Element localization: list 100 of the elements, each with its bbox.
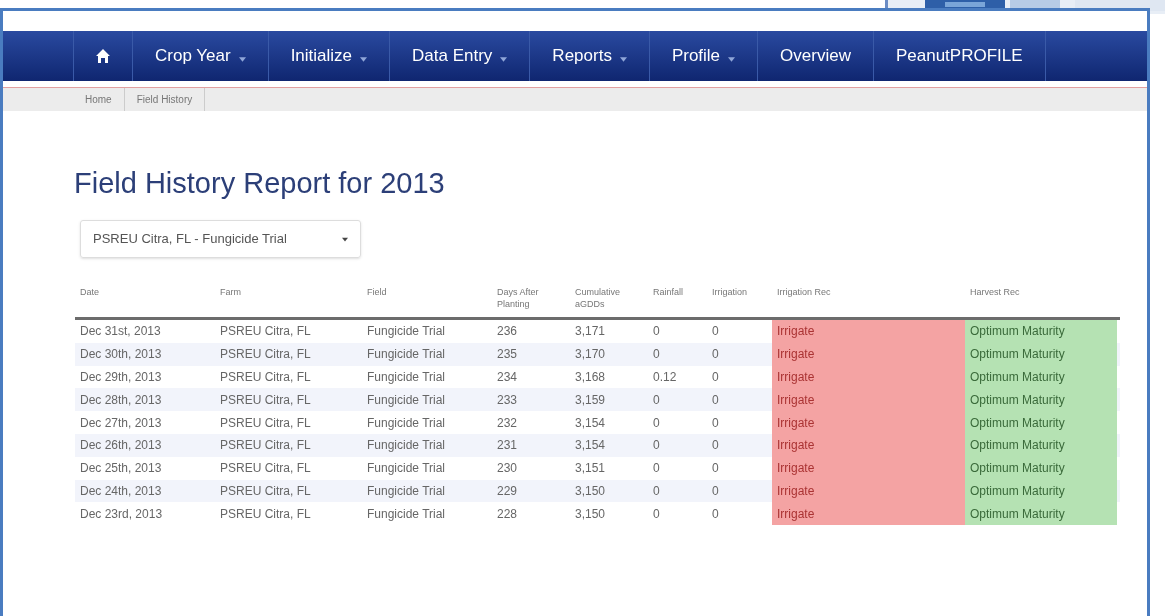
table-cell: Irrigate xyxy=(772,456,965,480)
table-cell: Optimum Maturity xyxy=(965,479,1117,503)
table-cell-text: 0 xyxy=(711,414,720,432)
table-cell-text: 236 xyxy=(496,323,519,341)
table-cell-text: 0 xyxy=(711,369,720,386)
nav-menu-item[interactable]: PeanutPROFILE xyxy=(873,31,1046,81)
table-cell-text: PSREU Citra, FL xyxy=(219,505,312,523)
page-title: Field History Report for 2013 xyxy=(74,169,446,198)
table-cell-text: Dec 27th, 2013 xyxy=(79,414,163,432)
nav-menu-item[interactable]: Initialize xyxy=(268,31,391,81)
table-cell-text: Fungicide Trial xyxy=(366,460,447,478)
table-cell-text: Fungicide Trial xyxy=(366,437,447,455)
column-header: Harvest Rec xyxy=(969,286,1021,298)
table-cell-text: 231 xyxy=(496,437,519,455)
column-header: Irrigation Rec xyxy=(776,286,832,298)
table-cell-text: 3,170 xyxy=(574,346,607,364)
table-cell-text: 0 xyxy=(711,437,720,455)
table-cell-text: 3,154 xyxy=(574,437,607,455)
table-cell-text: 232 xyxy=(496,414,519,432)
table-cell-text: Fungicide Trial xyxy=(366,414,447,432)
table-cell: Irrigate xyxy=(772,411,965,434)
table-cell: Optimum Maturity xyxy=(965,320,1117,343)
table-cell-text: 0.12 xyxy=(652,369,678,386)
table-cell: Irrigate xyxy=(772,320,965,343)
table-cell: Optimum Maturity xyxy=(965,411,1117,434)
table-cell-text: 0 xyxy=(652,460,661,478)
table-cell-text: 0 xyxy=(652,414,661,432)
table-cell-text: 3,159 xyxy=(574,391,607,409)
table-cell-text: 0 xyxy=(711,482,720,500)
column-header: Date xyxy=(79,286,100,298)
table-cell-text: 0 xyxy=(711,505,720,523)
table-cell-text: 0 xyxy=(652,346,661,364)
table-cell: Optimum Maturity xyxy=(965,456,1117,480)
table-cell-text: PSREU Citra, FL xyxy=(219,437,312,455)
field-select[interactable]: PSREU Citra, FL - Fungicide Trial xyxy=(80,220,361,258)
table-cell-text: 0 xyxy=(711,391,720,409)
table-cell-text: PSREU Citra, FL xyxy=(219,323,312,341)
table-cell-text: 235 xyxy=(496,346,519,364)
table-cell-text: Fungicide Trial xyxy=(366,482,447,500)
table-cell-text: PSREU Citra, FL xyxy=(219,414,312,432)
table-cell: Optimum Maturity xyxy=(965,502,1117,526)
table-cell: Irrigate xyxy=(772,342,965,366)
table-cell-text: 229 xyxy=(496,482,519,500)
table-cell-text: Dec 23rd, 2013 xyxy=(79,505,164,523)
table-cell-text: 228 xyxy=(496,505,519,523)
table-cell: Optimum Maturity xyxy=(965,342,1117,366)
breadcrumb-link[interactable]: Field History xyxy=(124,88,206,111)
table-cell-text: 0 xyxy=(652,505,661,523)
table-cell-text: Dec 24th, 2013 xyxy=(79,482,163,500)
home-button[interactable] xyxy=(73,31,133,81)
column-header: Cumulative aGDDs xyxy=(574,286,622,310)
table-cell-text: PSREU Citra, FL xyxy=(219,346,312,364)
table-cell-text: PSREU Citra, FL xyxy=(219,369,312,386)
column-header: Irrigation xyxy=(711,286,748,298)
caret-icon xyxy=(342,236,348,242)
table-cell-text: Fungicide Trial xyxy=(366,391,447,409)
nav-menu-item[interactable]: Reports xyxy=(530,31,650,81)
table-cell-text: Dec 26th, 2013 xyxy=(79,437,163,455)
table-cell-text: Fungicide Trial xyxy=(366,323,447,341)
nav-menu-item[interactable]: Profile xyxy=(649,31,759,81)
nav-menu-item[interactable]: Data Entry xyxy=(390,31,531,81)
table-cell-text: PSREU Citra, FL xyxy=(219,482,312,500)
table-cell: Irrigate xyxy=(772,479,965,503)
table-cell-text: 3,168 xyxy=(574,369,607,386)
breadcrumb-link[interactable]: Home xyxy=(73,88,125,111)
table-cell-text: Fungicide Trial xyxy=(366,505,447,523)
table-cell-text: 230 xyxy=(496,460,519,478)
table-cell-text: 234 xyxy=(496,369,519,386)
table-cell-text: Fungicide Trial xyxy=(366,369,447,386)
nav-menu-item[interactable]: Crop Year xyxy=(133,31,269,81)
column-header: Farm xyxy=(219,286,242,298)
table-cell: Irrigate xyxy=(772,365,965,389)
table-cell: Irrigate xyxy=(772,434,965,457)
table-cell: Irrigate xyxy=(772,502,965,526)
table-cell-text: 0 xyxy=(652,482,661,500)
table-cell-text: Dec 25th, 2013 xyxy=(79,460,163,478)
table-cell-text: 0 xyxy=(711,323,720,341)
table-cell-text: Dec 28th, 2013 xyxy=(79,391,163,409)
table-cell: Optimum Maturity xyxy=(965,434,1117,457)
table-cell-text: 0 xyxy=(652,437,661,455)
column-header: Field xyxy=(366,286,388,298)
table-cell-text: 0 xyxy=(652,391,661,409)
table-cell-text: 3,150 xyxy=(574,482,607,500)
table-cell-text: 3,171 xyxy=(574,323,607,341)
table-cell-text: 3,154 xyxy=(574,414,607,432)
table-cell: Optimum Maturity xyxy=(965,365,1117,389)
table-cell-text: 0 xyxy=(711,346,720,364)
table-cell-text: 0 xyxy=(711,460,720,478)
table-cell-text: Fungicide Trial xyxy=(366,346,447,364)
table-cell-text: Dec 29th, 2013 xyxy=(79,369,163,386)
column-header: Rainfall xyxy=(652,286,684,298)
table-cell-text: 0 xyxy=(652,323,661,341)
table-cell: Optimum Maturity xyxy=(965,388,1117,412)
table-cell-text: PSREU Citra, FL xyxy=(219,391,312,409)
nav-menu-item[interactable]: Overview xyxy=(758,31,874,81)
table-cell: Irrigate xyxy=(772,388,965,412)
table-cell-text: 3,150 xyxy=(574,505,607,523)
column-header: Days After Planting xyxy=(496,286,540,310)
table-cell-text: 3,151 xyxy=(574,460,607,478)
table-cell-text: PSREU Citra, FL xyxy=(219,460,312,478)
